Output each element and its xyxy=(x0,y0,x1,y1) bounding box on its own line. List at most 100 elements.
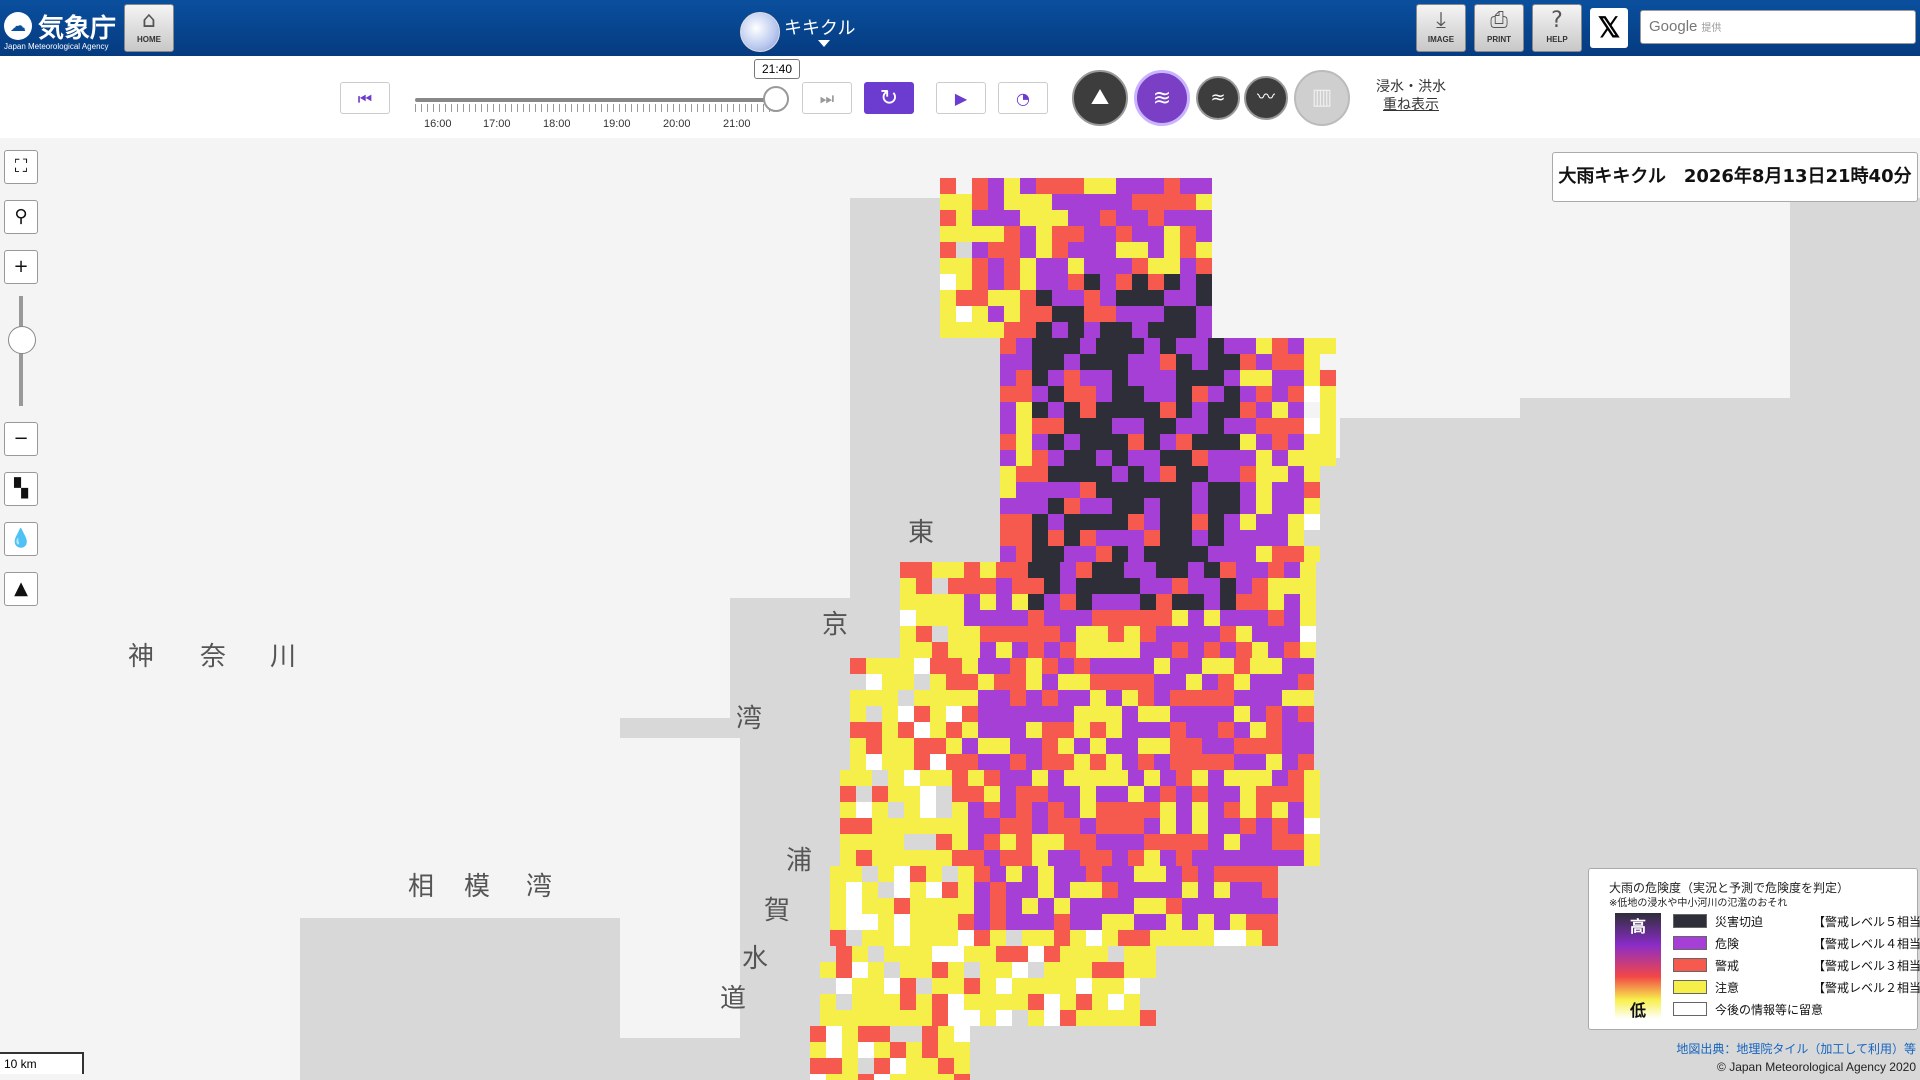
speed-button[interactable]: ◔ xyxy=(998,82,1048,114)
layer-disabled-button[interactable]: ▥ xyxy=(1294,70,1350,126)
risk-cell xyxy=(1220,562,1236,578)
risk-cell xyxy=(910,914,926,930)
fullscreen-button[interactable]: ⛶ xyxy=(4,150,38,184)
risk-cell xyxy=(930,674,946,690)
zoom-out-button[interactable]: − xyxy=(4,422,38,456)
risk-cell xyxy=(1144,498,1160,514)
risk-cell xyxy=(882,754,898,770)
location-button[interactable]: ⚲ xyxy=(4,200,38,234)
risk-cell xyxy=(1176,402,1192,418)
layer-landslide-button[interactable]: ⛰ xyxy=(1072,70,1128,126)
risk-cell xyxy=(1164,210,1180,226)
play-button[interactable]: ▶ xyxy=(936,82,986,114)
risk-cell xyxy=(926,930,942,946)
risk-cell xyxy=(1076,562,1092,578)
risk-cell xyxy=(988,306,1004,322)
risk-cell xyxy=(1100,178,1116,194)
app-title-menu[interactable]: キキクル xyxy=(740,8,920,52)
risk-cell xyxy=(1256,514,1272,530)
risk-cell xyxy=(826,1042,842,1058)
risk-cell xyxy=(1140,594,1156,610)
image-button[interactable]: ⤓ IMAGE xyxy=(1416,4,1466,52)
home-button[interactable]: ⌂ HOME xyxy=(124,4,174,52)
risk-cell xyxy=(1124,594,1140,610)
terrain-button[interactable]: ▲ xyxy=(4,572,38,606)
risk-cell xyxy=(846,914,862,930)
risk-cell xyxy=(1132,274,1148,290)
risk-cell xyxy=(1284,642,1300,658)
risk-cell xyxy=(1132,226,1148,242)
map-attribution-link[interactable]: 地図出典：地理院タイル（加工して利用）等 xyxy=(1676,1040,1916,1057)
risk-cell xyxy=(1000,834,1016,850)
risk-cell xyxy=(1154,754,1170,770)
risk-cell xyxy=(1192,386,1208,402)
risk-cell xyxy=(1320,434,1336,450)
risk-cell xyxy=(904,802,920,818)
risk-cell xyxy=(1224,354,1240,370)
risk-cell xyxy=(846,866,862,882)
help-button[interactable]: ? HELP xyxy=(1532,4,1582,52)
risk-cell xyxy=(1208,834,1224,850)
risk-cell xyxy=(1092,642,1108,658)
risk-cell xyxy=(954,1074,970,1080)
risk-cell xyxy=(1140,946,1156,962)
speedometer-icon: ◔ xyxy=(1016,89,1030,108)
risk-cell xyxy=(914,754,930,770)
risk-cell xyxy=(1138,674,1154,690)
risk-cell xyxy=(1154,722,1170,738)
skip-to-start-button[interactable]: ⏮ xyxy=(340,82,390,114)
risk-cell xyxy=(810,1074,826,1080)
zoom-slider-knob[interactable] xyxy=(8,326,36,354)
risk-cell xyxy=(850,658,866,674)
risk-cell xyxy=(980,946,996,962)
risk-cell xyxy=(1138,722,1154,738)
risk-cell xyxy=(1000,546,1016,562)
x-share-button[interactable]: 𝕏 xyxy=(1590,8,1628,48)
risk-cell xyxy=(1058,690,1074,706)
place-name: 川 xyxy=(270,642,297,672)
layer-flood-button[interactable]: ≈ xyxy=(1196,76,1240,120)
basemap-button[interactable]: ▚ xyxy=(4,472,38,506)
risk-cell xyxy=(1022,930,1038,946)
layer-inundation-button[interactable]: ≋ xyxy=(1134,70,1190,126)
skip-end-icon: ⏭ xyxy=(819,89,835,108)
risk-cell xyxy=(938,1026,954,1042)
risk-cell xyxy=(1004,226,1020,242)
risk-cell xyxy=(1148,226,1164,242)
overlay-toggle[interactable]: 浸水・洪水 重ね表示 xyxy=(1376,78,1446,114)
risk-cell xyxy=(846,882,862,898)
latest-button[interactable]: ↻ xyxy=(864,82,914,114)
mountain-icon: ▲ xyxy=(14,578,28,599)
rain-layer-button[interactable]: 💧 xyxy=(4,522,38,556)
risk-cell xyxy=(1084,242,1100,258)
risk-cell xyxy=(1116,194,1132,210)
legend-name: 警戒 xyxy=(1715,959,1740,973)
risk-cell xyxy=(1192,402,1208,418)
time-slider-thumb[interactable] xyxy=(763,86,789,112)
jma-logo[interactable]: ☁ 気象庁 Japan Meteorological Agency xyxy=(2,4,120,52)
skip-to-end-button[interactable]: ⏭ xyxy=(802,82,852,114)
time-slider-track[interactable] xyxy=(415,98,775,102)
risk-cell xyxy=(1224,466,1240,482)
risk-cell xyxy=(1112,338,1128,354)
risk-cell xyxy=(1170,706,1186,722)
risk-cell xyxy=(1272,498,1288,514)
risk-cell xyxy=(1304,850,1320,866)
risk-cell xyxy=(1236,610,1252,626)
risk-cell xyxy=(996,978,1012,994)
risk-cell xyxy=(1160,818,1176,834)
risk-cell xyxy=(1288,802,1304,818)
risk-cell xyxy=(974,866,990,882)
risk-cell xyxy=(852,994,868,1010)
print-button[interactable]: ⎙ PRINT xyxy=(1474,4,1524,52)
risk-cell xyxy=(1000,482,1016,498)
google-search-input[interactable]: Google 提供 xyxy=(1640,10,1916,44)
risk-cell xyxy=(948,562,964,578)
risk-cell xyxy=(874,1074,890,1080)
layer-river-button[interactable]: 〰 xyxy=(1244,76,1288,120)
risk-cell xyxy=(1108,578,1124,594)
zoom-in-button[interactable]: + xyxy=(4,250,38,284)
risk-cell xyxy=(1132,306,1148,322)
risk-cell xyxy=(938,1058,954,1074)
risk-cell xyxy=(1224,802,1240,818)
